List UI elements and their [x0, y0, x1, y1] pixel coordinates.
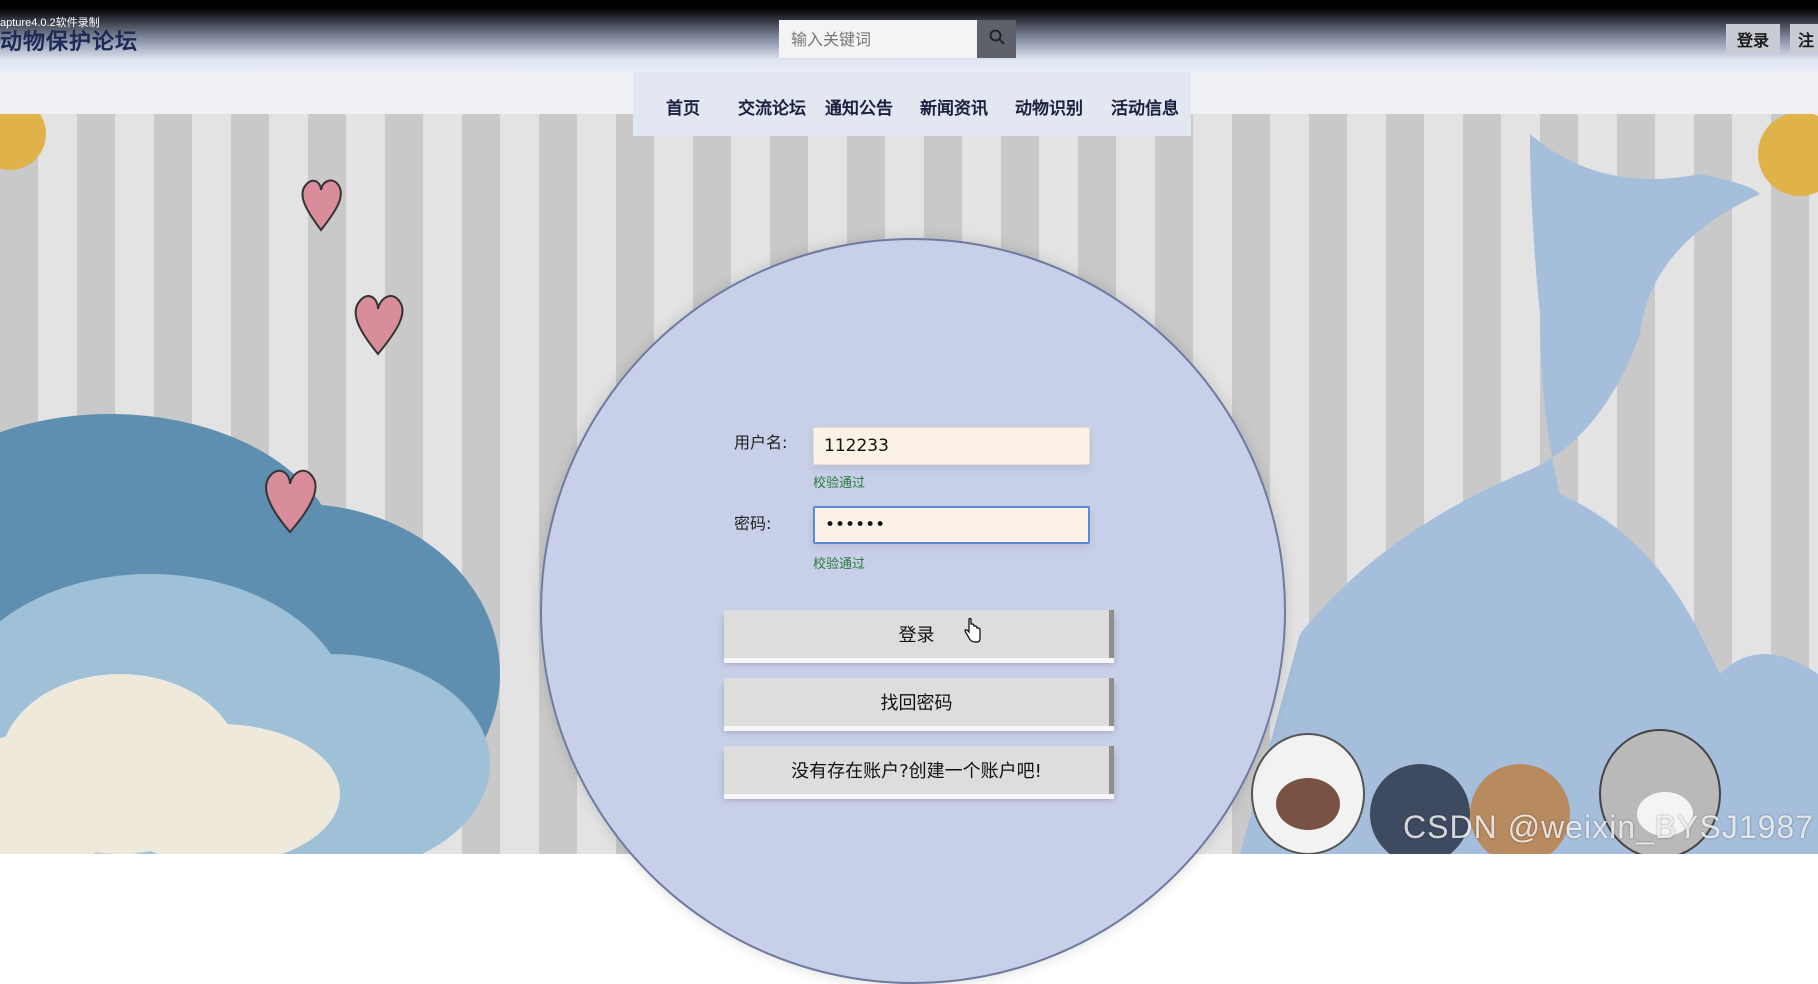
- password-label: 密码:: [734, 514, 772, 533]
- forgot-password-button[interactable]: 找回密码: [724, 678, 1114, 726]
- register-account-button[interactable]: 没有存在账户?创建一个账户吧!: [724, 746, 1114, 794]
- search-button[interactable]: [977, 20, 1016, 58]
- search-icon: [988, 28, 1006, 50]
- nav-item-home[interactable]: 首页: [666, 94, 700, 119]
- password-validation-message: 校验通过: [813, 557, 866, 572]
- login-button[interactable]: 登录: [724, 610, 1114, 658]
- search-input[interactable]: [779, 20, 977, 58]
- recorder-label: apture4.0.2软件录制: [0, 17, 100, 29]
- nav-item-notice[interactable]: 通知公告: [825, 94, 893, 119]
- username-validation-message: 校验通过: [813, 476, 866, 491]
- username-label: 用户名:: [734, 433, 788, 452]
- nav-item-forum[interactable]: 交流论坛: [738, 94, 806, 119]
- nav-item-news[interactable]: 新闻资讯: [920, 94, 988, 119]
- nav-item-animal-recognition[interactable]: 动物识别: [1015, 94, 1083, 119]
- top-header: 动物保护论坛 登录 注: [0, 0, 1818, 72]
- csdn-watermark: CSDN @weixin_BYSJ1987: [1403, 809, 1814, 845]
- register-link-button[interactable]: 注: [1790, 24, 1818, 54]
- password-input[interactable]: [813, 506, 1090, 544]
- main-nav-menu: 首页 交流论坛 通知公告 新闻资讯 动物识别 活动信息: [633, 72, 1191, 136]
- login-link-button[interactable]: 登录: [1726, 24, 1780, 54]
- hand-cursor-icon: [962, 617, 982, 649]
- nav-item-activities[interactable]: 活动信息: [1111, 94, 1179, 119]
- login-button-label: 登录: [898, 625, 935, 646]
- username-input[interactable]: [813, 427, 1090, 465]
